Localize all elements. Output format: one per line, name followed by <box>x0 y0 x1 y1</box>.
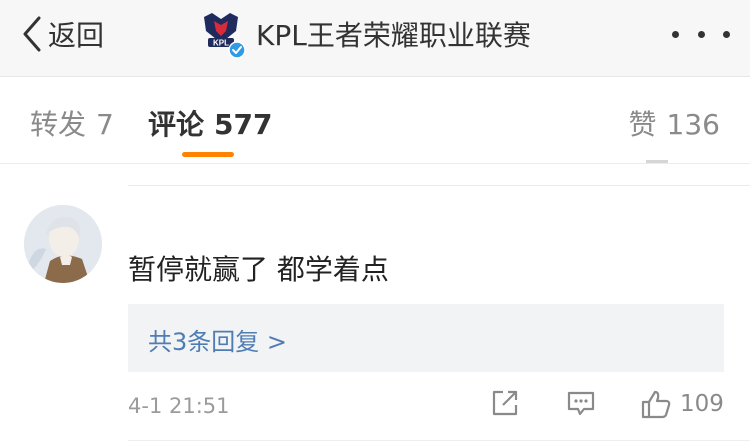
comment-icon <box>567 391 595 416</box>
share-button[interactable] <box>490 388 520 422</box>
tab-reposts-count: 7 <box>96 108 114 141</box>
thumbs-up-icon <box>641 390 671 419</box>
more-dot-icon <box>723 30 730 38</box>
reply-button[interactable] <box>566 388 596 422</box>
like-count: 109 <box>680 391 724 417</box>
divider <box>0 163 750 164</box>
tab-comments-label: 评论 <box>148 108 205 141</box>
tab-reposts[interactable]: 转发 7 <box>30 103 114 143</box>
chevron-left-icon <box>23 16 41 52</box>
nav-header: 返回 KPL KPL王者荣耀职业联赛 <box>0 0 750 77</box>
tab-likes-count: 136 <box>666 108 720 141</box>
tab-comments[interactable]: 评论 577 <box>148 103 272 143</box>
avatar[interactable] <box>24 205 102 283</box>
tab-likes-label: 赞 <box>628 108 657 141</box>
more-dot-icon <box>672 30 679 38</box>
more-dot-icon <box>697 30 705 38</box>
share-icon <box>492 390 518 416</box>
view-replies-button[interactable]: 共3条回复 > <box>128 304 724 372</box>
replies-label: 共3条回复 > <box>148 328 288 356</box>
back-label: 返回 <box>48 19 105 52</box>
more-options-button[interactable] <box>672 22 730 46</box>
like-button[interactable]: 109 <box>640 388 724 420</box>
tab-likes[interactable]: 赞 136 <box>629 103 720 143</box>
active-tab-indicator <box>182 152 234 157</box>
kpl-logo[interactable]: KPL <box>198 11 246 59</box>
logo-text: KPL <box>213 39 229 48</box>
tab-bar: 转发 7 评论 577 赞 136 <box>0 77 750 163</box>
divider <box>128 185 750 186</box>
page-title-group: KPL KPL王者荣耀职业联赛 <box>198 10 531 59</box>
comment-timestamp: 4-1 21:51 <box>128 394 230 418</box>
verified-badge-icon <box>228 41 246 59</box>
tab-comments-count: 577 <box>214 108 273 141</box>
comment-text: 暂停就赢了 都学着点 <box>128 253 389 286</box>
back-button[interactable]: 返回 <box>22 12 104 56</box>
comment-footer: 4-1 21:51 109 <box>128 388 726 424</box>
tab-reposts-label: 转发 <box>30 108 87 141</box>
page-title: KPL王者荣耀职业联赛 <box>256 19 531 52</box>
